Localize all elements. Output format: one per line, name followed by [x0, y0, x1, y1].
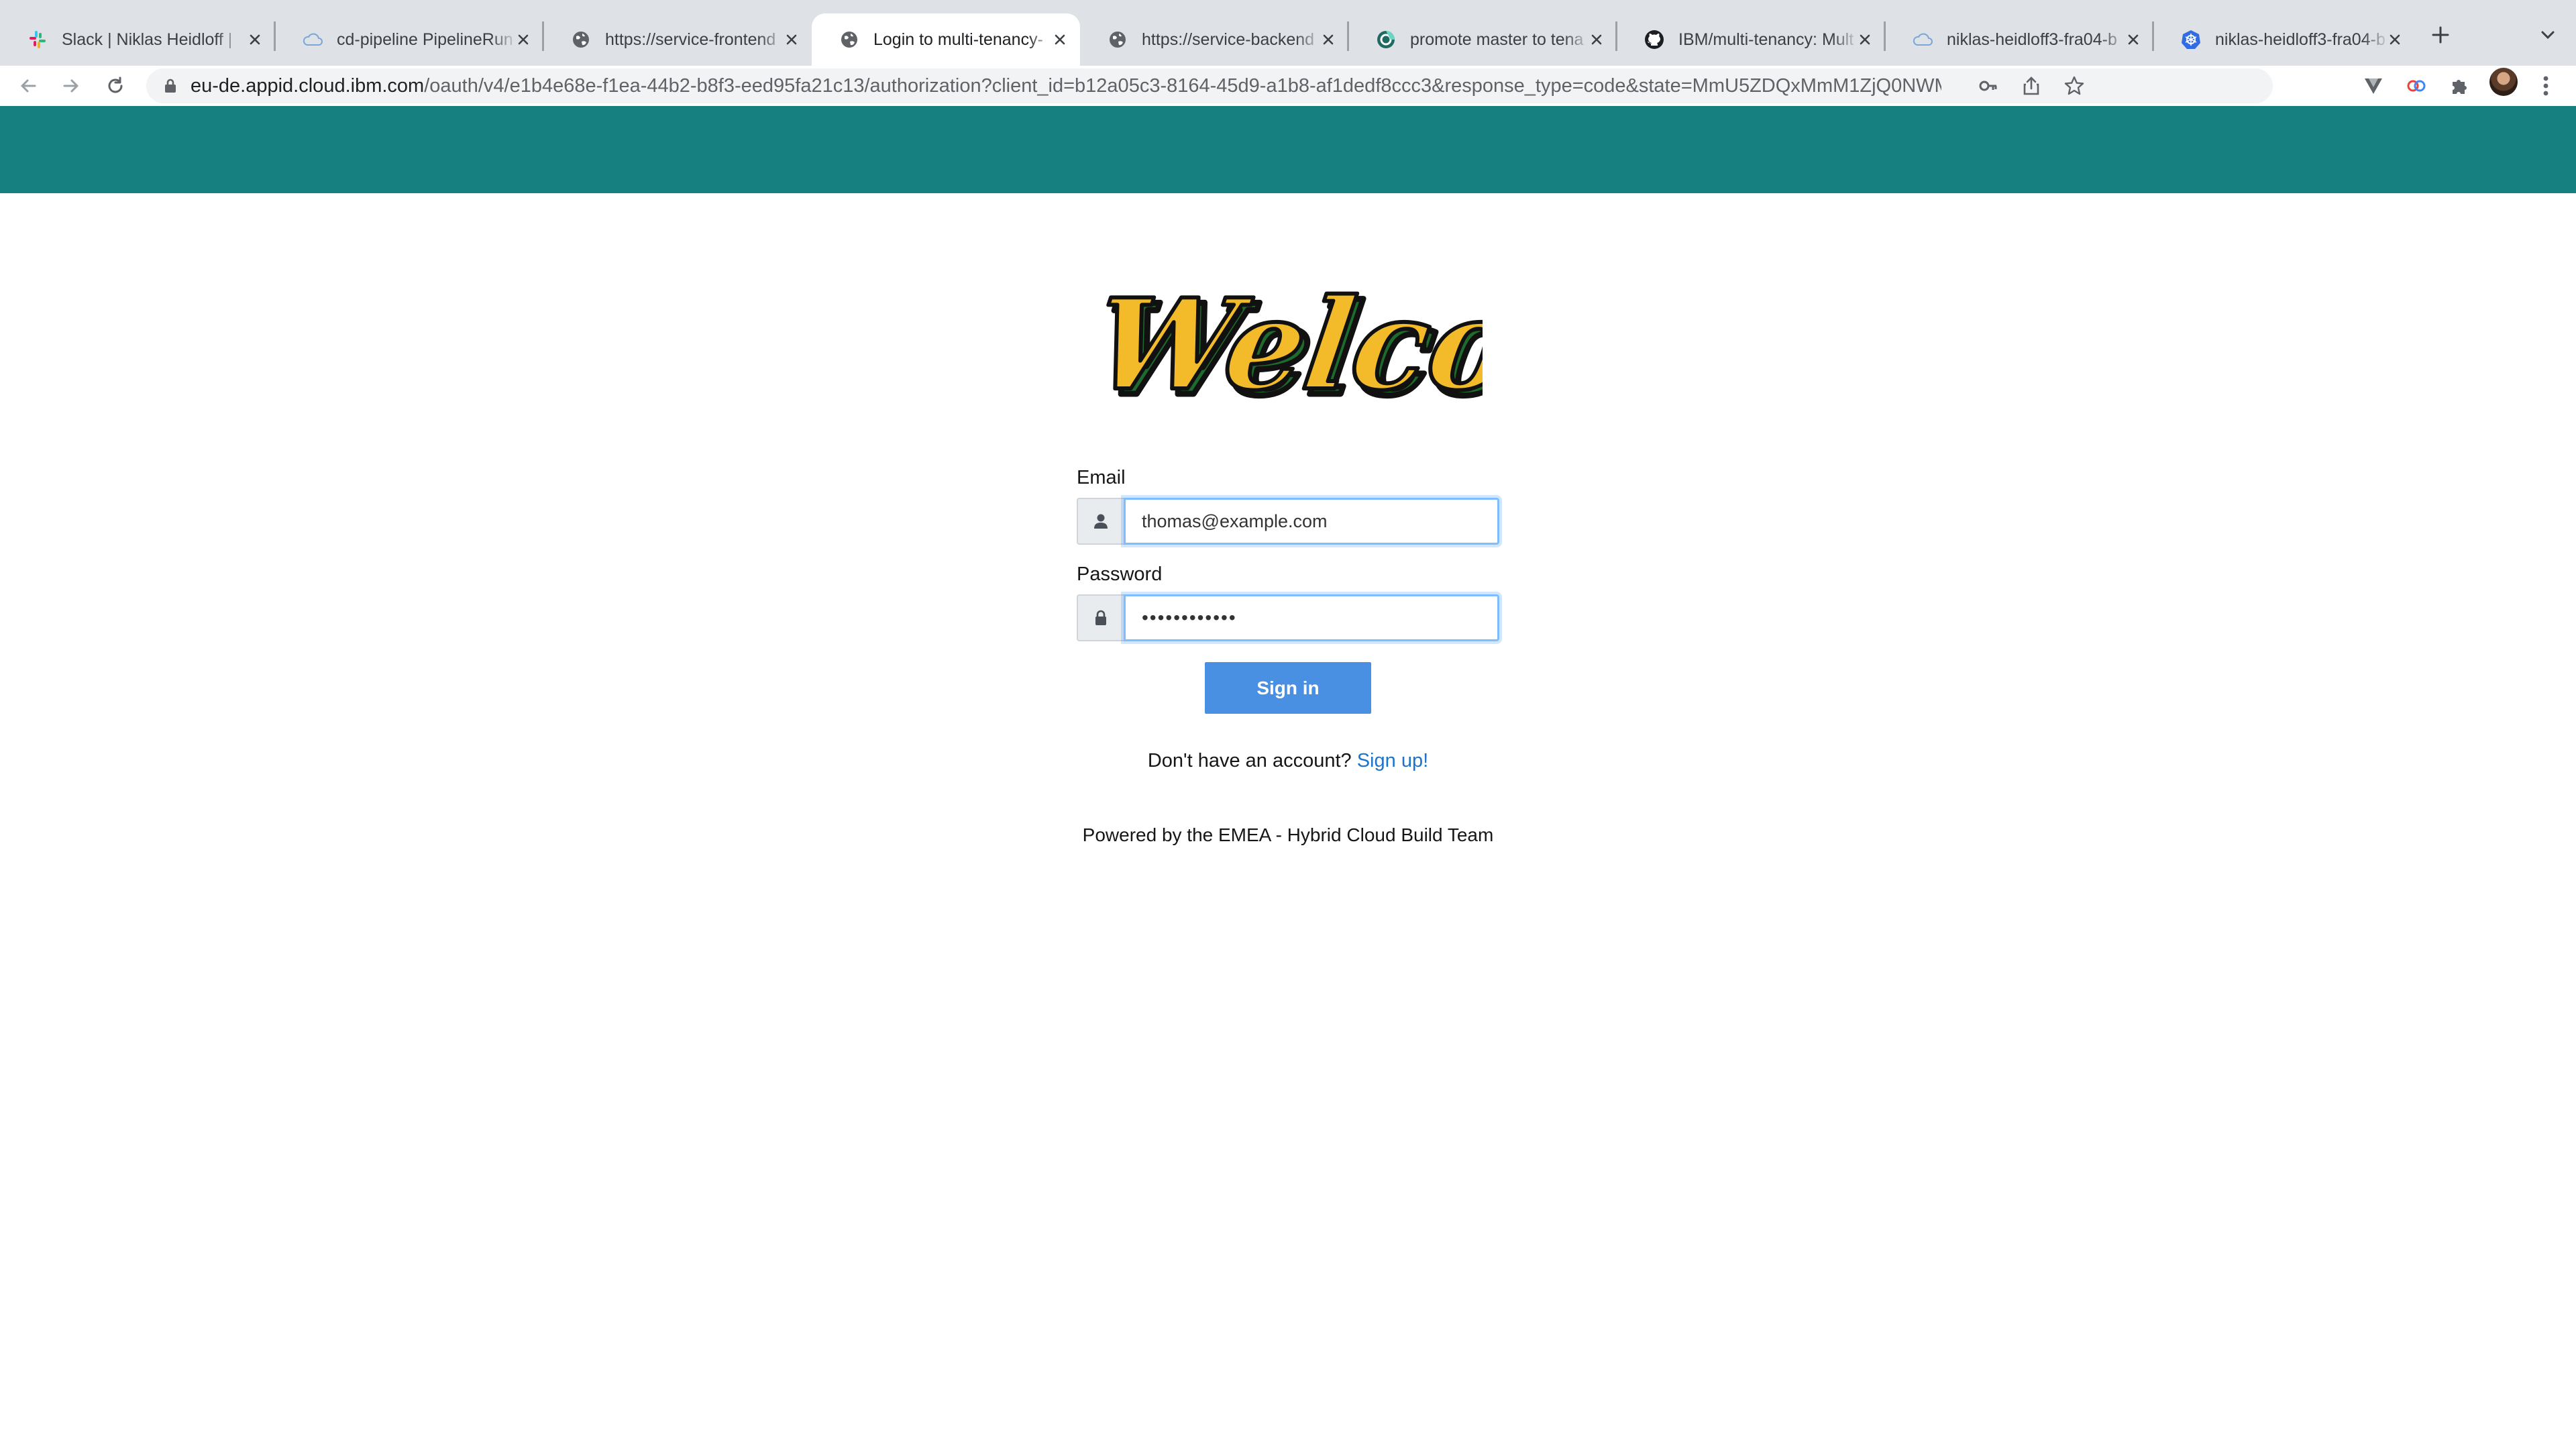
sign-up-link[interactable]: Sign up! [1357, 750, 1428, 771]
tab-title: promote master to tena [1410, 30, 1584, 49]
share-icon[interactable] [2019, 74, 2043, 98]
tab-title: https://service-frontend [605, 30, 776, 49]
sign-in-button[interactable]: Sign in [1205, 662, 1371, 714]
close-icon[interactable] [781, 29, 802, 50]
globe-icon [1107, 29, 1128, 50]
slack-icon [27, 29, 48, 50]
close-icon[interactable] [2123, 29, 2144, 50]
welcome-text: Welcome! [1093, 272, 1483, 413]
url-path: /oauth/v4/e1b4e68e-f1ea-44b2-b8f3-eed95f… [424, 75, 1941, 97]
new-tab-button[interactable] [2424, 19, 2457, 51]
tab-title: https://service-backend [1142, 30, 1315, 49]
reload-button[interactable] [99, 70, 131, 102]
globe-icon [839, 29, 860, 50]
tab-title: niklas-heidloff3-fra04-b [2215, 30, 2385, 49]
more-options-icon[interactable] [2530, 70, 2562, 102]
close-icon[interactable] [513, 29, 534, 50]
tab-title: cd-pipeline PipelineRun [337, 30, 513, 49]
page-header-bar [0, 106, 2576, 193]
powered-by-text: Powered by the EMEA - Hybrid Cloud Build… [1082, 824, 1494, 845]
email-label: Email [1077, 467, 1126, 488]
vuetify-extension-icon[interactable] [2357, 70, 2390, 102]
avatar[interactable] [2489, 68, 2518, 96]
signup-prompt: Don't have an account? [1147, 750, 1352, 771]
url-host: eu-de.appid.cloud.ibm.com [191, 75, 425, 97]
puzzle-icon[interactable] [2443, 70, 2475, 102]
github-icon [1644, 29, 1665, 50]
password-label: Password [1077, 564, 1163, 585]
tab-title: niklas-heidloff3-fra04-b [1947, 30, 2117, 49]
close-icon[interactable] [244, 29, 266, 50]
tab-title: Slack | Niklas Heidloff | [62, 30, 233, 49]
address-bar[interactable]: eu-de.appid.cloud.ibm.com/oauth/v4/e1b4e… [146, 68, 2273, 103]
tab-cluster-kubernetes[interactable]: niklas-heidloff3-fra04-b [2153, 13, 2415, 66]
devtools-extension-icon[interactable] [2400, 70, 2432, 102]
password-field-group [1077, 594, 1499, 641]
tab-cluster-cloud[interactable]: niklas-heidloff3-fra04-b [1885, 13, 2153, 66]
cloud-icon [302, 29, 323, 50]
cloud-icon [1912, 29, 1933, 50]
email-field-group [1077, 498, 1499, 545]
welcome-logo: Welcome! Welcome! [1084, 252, 1798, 427]
lock-icon [1077, 594, 1124, 641]
tab-login-active[interactable]: Login to multi-tenancy- [812, 13, 1080, 66]
tab-cd-pipeline[interactable]: cd-pipeline PipelineRun [275, 13, 543, 66]
globe-icon [570, 29, 592, 50]
password-field[interactable] [1124, 594, 1499, 641]
tab-title: IBM/multi-tenancy: Mult [1678, 30, 1854, 49]
url-text[interactable]: eu-de.appid.cloud.ibm.com/oauth/v4/e1b4e… [191, 68, 1941, 103]
email-field[interactable] [1124, 498, 1499, 545]
back-button[interactable] [12, 70, 44, 102]
lock-icon[interactable] [162, 78, 178, 94]
close-icon[interactable] [1854, 29, 1876, 50]
close-icon[interactable] [1049, 29, 1071, 50]
forward-button[interactable] [55, 70, 87, 102]
user-icon [1077, 498, 1124, 545]
tab-promote-master[interactable]: promote master to tena [1348, 13, 1617, 66]
close-icon[interactable] [1586, 29, 1607, 50]
tab-service-frontend[interactable]: https://service-frontend [543, 13, 812, 66]
key-icon[interactable] [1976, 74, 2000, 98]
star-icon[interactable] [2062, 74, 2086, 98]
signup-prompt-line: Don't have an account? Sign up! [0, 750, 2576, 772]
browser-toolbar: eu-de.appid.cloud.ibm.com/oauth/v4/e1b4e… [0, 66, 2576, 106]
tab-strip: Slack | Niklas Heidloff | cd-pipeline Pi… [0, 0, 2576, 66]
close-icon[interactable] [2384, 29, 2406, 50]
tab-slack[interactable]: Slack | Niklas Heidloff | [0, 13, 275, 66]
tab-service-backend[interactable]: https://service-backend [1080, 13, 1348, 66]
close-icon[interactable] [1318, 29, 1339, 50]
openshift-icon [1375, 29, 1397, 50]
kubernetes-icon [2180, 29, 2202, 50]
chevron-down-icon[interactable] [2532, 19, 2564, 51]
tab-title: Login to multi-tenancy- [873, 30, 1043, 49]
tab-github-multi-tenancy[interactable]: IBM/multi-tenancy: Mult [1617, 13, 1885, 66]
